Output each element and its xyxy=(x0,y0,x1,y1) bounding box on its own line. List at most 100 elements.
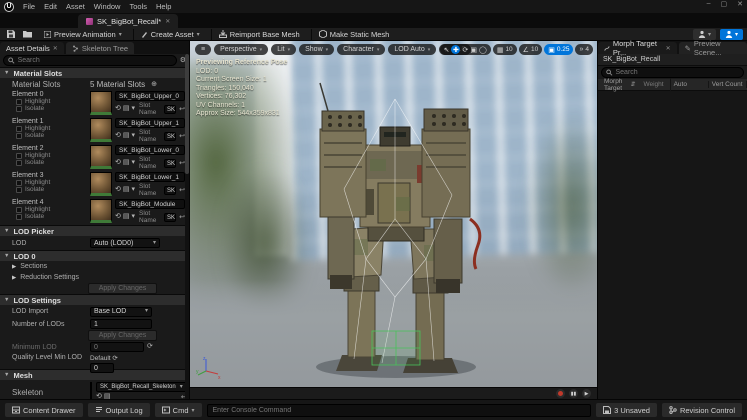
highlight-checkbox[interactable] xyxy=(16,180,22,186)
number-of-lods-field[interactable]: 1 xyxy=(90,319,152,329)
perspective-dropdown[interactable]: Perspective▾ xyxy=(214,44,268,55)
pick-icon[interactable]: ▾ xyxy=(132,132,136,140)
use-selected-icon[interactable]: ⟲ xyxy=(115,186,121,194)
show-dropdown[interactable]: Show▾ xyxy=(299,44,334,55)
isolate-checkbox[interactable] xyxy=(16,187,22,193)
quality-min-lod-field[interactable]: 0 xyxy=(90,363,114,373)
pick-icon[interactable]: ▾ xyxy=(132,186,136,194)
menu-window[interactable]: Window xyxy=(94,2,121,11)
material-thumbnail[interactable] xyxy=(90,145,112,169)
material-name-dropdown[interactable]: SK_BigBot_Module xyxy=(115,199,185,209)
record-button[interactable] xyxy=(556,389,565,398)
isolate-checkbox[interactable] xyxy=(16,160,22,166)
reduction-settings-row[interactable]: Reduction Settings xyxy=(20,274,98,281)
browse-icon[interactable]: ▤ xyxy=(123,159,130,167)
tab-morph-target-preview[interactable]: Morph Target Pr... ✕ xyxy=(598,42,677,54)
left-panel-scrollbar[interactable] xyxy=(185,54,189,399)
scale-snap-control[interactable]: ▣0.25 xyxy=(544,44,573,55)
lod-auto-dropdown[interactable]: LOD Auto▾ xyxy=(388,44,436,55)
reimport-base-mesh-button[interactable]: Reimport Base Mesh xyxy=(211,29,307,40)
material-name-dropdown[interactable]: SK_BigBot_Lower_0 xyxy=(115,145,185,155)
rotate-tool-icon[interactable]: ⟳ xyxy=(462,46,468,54)
tab-preview-scene-settings[interactable]: ✎ Preview Scene... xyxy=(679,42,747,54)
isolate-checkbox[interactable] xyxy=(16,133,22,139)
pick-icon[interactable]: ▾ xyxy=(132,213,136,221)
browse-icon[interactable]: ▤ xyxy=(123,132,130,140)
morph-search-input[interactable] xyxy=(601,67,744,78)
window-minimize-button[interactable]: – xyxy=(707,0,711,8)
material-name-dropdown[interactable]: SK_BigBot_Upper_1 xyxy=(115,118,185,128)
slot-name-field[interactable]: SK xyxy=(164,132,176,141)
camera-speed-control[interactable]: »4 xyxy=(575,44,593,55)
isolate-checkbox[interactable] xyxy=(16,106,22,112)
output-log-button[interactable]: Output Log xyxy=(88,403,150,417)
window-maximize-button[interactable]: ▢ xyxy=(721,0,728,8)
unsaved-changes-button[interactable]: 3 Unsaved xyxy=(596,403,657,417)
material-slots-add-icon[interactable]: ⊕ xyxy=(151,81,157,89)
highlight-checkbox[interactable] xyxy=(16,207,22,213)
scale-tool-icon[interactable]: ▣ xyxy=(470,46,477,54)
revision-control-button[interactable]: Revision Control xyxy=(662,403,742,417)
menu-help[interactable]: Help xyxy=(156,2,171,11)
browse-icon[interactable]: ▤ xyxy=(123,213,130,221)
window-close-button[interactable]: ✕ xyxy=(737,0,743,8)
slot-name-field[interactable]: SK xyxy=(164,213,176,222)
character-dropdown[interactable]: Character▾ xyxy=(337,44,385,55)
slot-name-field[interactable]: SK xyxy=(164,105,176,114)
preview-animation-button[interactable]: Preview Animation▾ xyxy=(37,29,129,40)
3d-viewport[interactable]: ≡ Perspective▾ Lit▾ Show▾ Character▾ LOD… xyxy=(190,41,597,399)
animation-scrub-bar[interactable]: ▮▮ ▶ xyxy=(190,387,597,399)
multi-user-button[interactable]: ▾ xyxy=(720,29,743,40)
section-lod-settings[interactable]: ▼LOD Settings xyxy=(0,294,189,305)
section-lod0[interactable]: ▼LOD 0 xyxy=(0,250,189,261)
use-selected-icon[interactable]: ⟲ xyxy=(115,132,121,140)
tab-skeleton-tree[interactable]: Skeleton Tree xyxy=(66,42,134,54)
step-forward-button[interactable]: ▶ xyxy=(582,389,591,398)
apply-changes-button[interactable]: Apply Changes xyxy=(88,283,157,294)
pause-button[interactable]: ▮▮ xyxy=(569,389,578,398)
minimum-lod-field[interactable]: 0 xyxy=(90,342,144,352)
lod-picker-dropdown[interactable]: Auto (LOD0)▾ xyxy=(90,238,160,248)
morph-table-body[interactable] xyxy=(598,91,747,399)
asset-tab-close-icon[interactable]: ✕ xyxy=(165,18,170,25)
apply-changes-button-2[interactable]: Apply Changes xyxy=(88,330,157,341)
rotation-snap-control[interactable]: ∠10 xyxy=(519,44,543,55)
local-user-button[interactable]: ▾ xyxy=(693,29,716,40)
save-icon[interactable] xyxy=(5,29,17,39)
slot-name-field[interactable]: SK xyxy=(164,159,176,168)
content-drawer-button[interactable]: Content Drawer xyxy=(5,403,83,417)
tab-asset-details[interactable]: Asset Details ✕ xyxy=(0,42,64,54)
make-static-mesh-button[interactable]: Make Static Mesh xyxy=(311,29,397,40)
section-material-slots[interactable]: ▼Material Slots xyxy=(0,67,189,78)
create-asset-button[interactable]: Create Asset▾ xyxy=(133,29,207,40)
material-name-dropdown[interactable]: SK_BigBot_Upper_0 xyxy=(115,91,185,101)
column-vert-count[interactable]: Vert Count xyxy=(709,81,747,88)
use-selected-icon[interactable]: ⟲ xyxy=(115,105,121,113)
highlight-checkbox[interactable] xyxy=(16,126,22,132)
quality-default-label[interactable]: Default ⟳ xyxy=(90,354,118,362)
section-lod-picker[interactable]: ▼LOD Picker xyxy=(0,225,189,236)
tab-close-icon[interactable]: ✕ xyxy=(53,45,58,52)
highlight-checkbox[interactable] xyxy=(16,153,22,159)
use-selected-icon[interactable]: ⟲ xyxy=(115,159,121,167)
lod-import-dropdown[interactable]: Base LOD▾ xyxy=(90,307,152,317)
cmd-dropdown[interactable]: Cmd▾ xyxy=(155,403,202,417)
tab-close-icon[interactable]: ✕ xyxy=(666,45,671,52)
asset-details-search-input[interactable] xyxy=(3,55,177,66)
select-tool-icon[interactable]: ↖ xyxy=(444,46,450,54)
viewport-options-button[interactable]: ≡ xyxy=(195,44,211,55)
slot-name-field[interactable]: SK xyxy=(164,186,176,195)
material-name-dropdown[interactable]: SK_BigBot_Lower_1 xyxy=(115,172,185,182)
mech-preview-mesh[interactable] xyxy=(284,69,504,383)
world-local-toggle-icon[interactable]: ◯ xyxy=(479,46,487,54)
browse-to-asset-icon[interactable] xyxy=(21,29,33,39)
isolate-checkbox[interactable] xyxy=(16,214,22,220)
menu-edit[interactable]: Edit xyxy=(44,2,57,11)
column-morph-target[interactable]: Morph Target⇵Weight xyxy=(598,78,671,92)
material-thumbnail[interactable] xyxy=(90,118,112,142)
highlight-checkbox[interactable] xyxy=(16,99,22,105)
browse-icon[interactable]: ▤ xyxy=(123,105,130,113)
console-command-input[interactable] xyxy=(207,404,592,417)
column-auto[interactable]: Auto xyxy=(671,81,709,88)
material-thumbnail[interactable] xyxy=(90,172,112,196)
